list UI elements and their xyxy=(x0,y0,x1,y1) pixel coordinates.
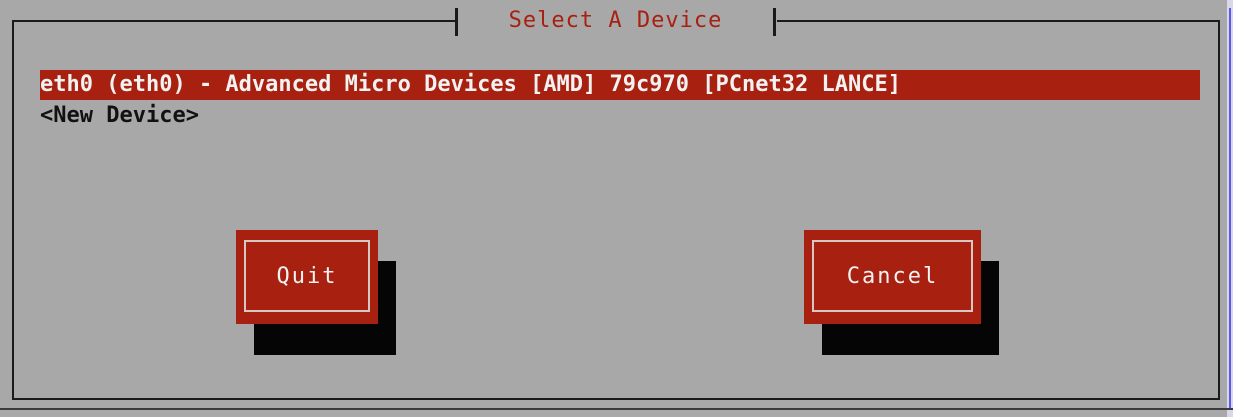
frame-bottom xyxy=(12,398,1220,400)
frame-right xyxy=(1218,20,1220,400)
quit-button[interactable]: Quit xyxy=(236,230,378,324)
title-divider-right xyxy=(773,8,776,36)
frame-left xyxy=(12,20,14,400)
window-bottom-line xyxy=(0,408,1233,410)
device-item-new-device[interactable]: <New Device> xyxy=(40,100,1200,132)
terminal-screen: Select A Device eth0 (eth0) - Advanced M… xyxy=(0,0,1233,417)
cancel-button-label: Cancel xyxy=(812,240,973,312)
frame-top-left xyxy=(12,20,455,22)
cancel-button[interactable]: Cancel xyxy=(804,230,981,324)
dialog-title: Select A Device xyxy=(508,8,723,33)
device-list[interactable]: eth0 (eth0) - Advanced Micro Devices [AM… xyxy=(40,70,1200,132)
quit-button-label: Quit xyxy=(244,240,370,312)
window-edge-line xyxy=(1229,8,1231,410)
frame-top-right xyxy=(777,20,1220,22)
device-item-eth0[interactable]: eth0 (eth0) - Advanced Micro Devices [AM… xyxy=(40,70,1200,100)
